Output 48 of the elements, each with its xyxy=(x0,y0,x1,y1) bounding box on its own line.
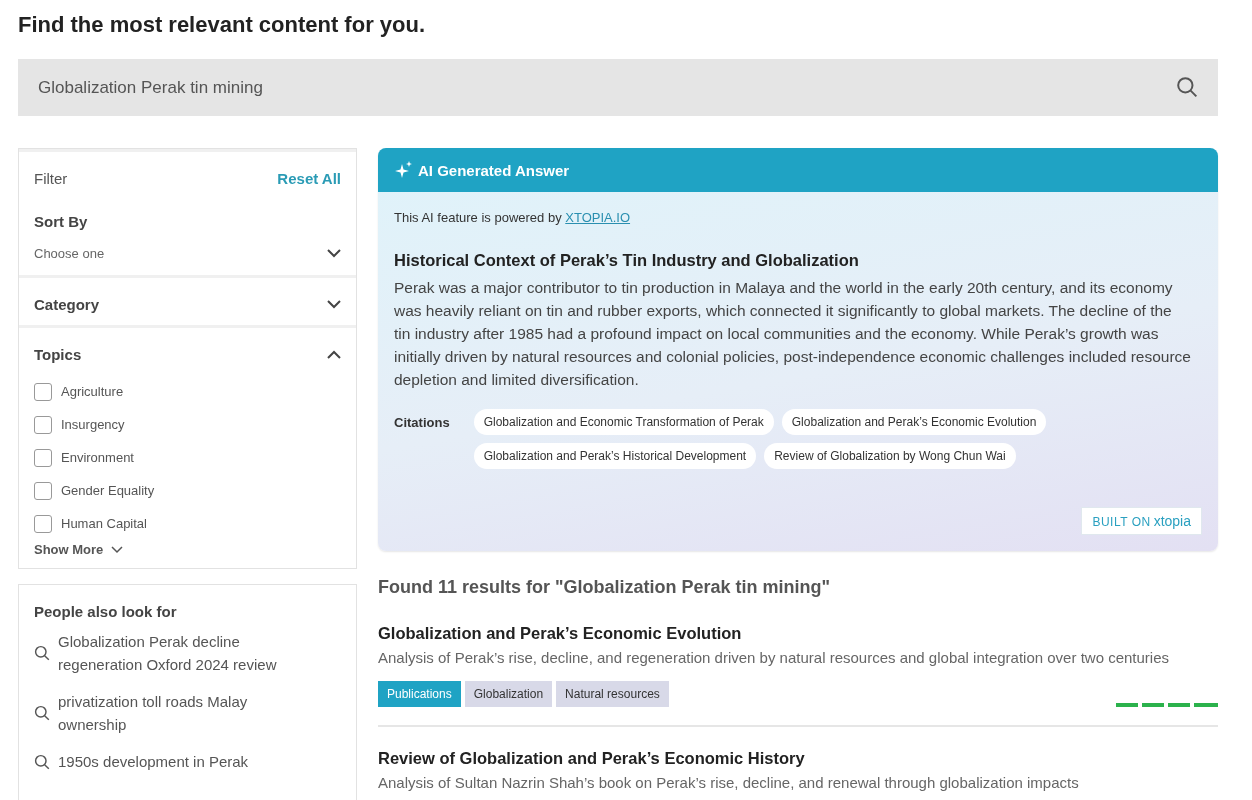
section-title[interactable]: Topics xyxy=(34,346,82,363)
suggestion-link[interactable]: Globalization Perak decline regeneration Oxford 2024 review xyxy=(58,630,298,676)
search-icon[interactable] xyxy=(34,705,50,721)
checkbox[interactable] xyxy=(34,448,52,467)
checkbox-label: Human Capital xyxy=(61,516,147,531)
powered-by-text: This AI feature is powered by XTOPIA.IO xyxy=(394,210,632,225)
checkbox[interactable] xyxy=(34,415,52,434)
page-heading: Find the most relevant content for you. xyxy=(18,12,427,38)
chevron-up-icon[interactable] xyxy=(327,350,341,359)
citation-chip[interactable]: Review of Globalization by Wong Chun Wai xyxy=(764,443,1016,469)
chevron-down-icon[interactable] xyxy=(327,300,341,309)
answer-title: AI Generated Answer xyxy=(418,161,570,179)
section-title: People also look for xyxy=(34,603,178,620)
checkbox-label: Insurgency xyxy=(61,417,125,432)
answer-text: Perak was a major contributor to tin production in Malaya and the world in the early 20th century, and its economy was heavily reliant on tin and rubber exports, which connected it significantly to global markets. The decline of the tin industry after 1985 had a profound impact on local communities and the economy. While Perak’s growth was initially driven by natural resources and colonial policies, post-independence economic challenges included resource depletion and limited diversification. xyxy=(394,278,1192,390)
citation-chip[interactable]: Globalization and Economic Transformation of Perak xyxy=(473,409,774,435)
search-field[interactable]: Globalization Perak tin mining xyxy=(18,59,1218,116)
suggestion-link[interactable]: privatization toll roads Malay ownership xyxy=(58,690,298,736)
section-title[interactable]: Category xyxy=(34,296,100,313)
show-more-button[interactable]: Show More xyxy=(34,542,124,557)
tag[interactable]: Globalization xyxy=(464,681,553,707)
result-title[interactable]: Globalization and Perak’s Economic Evolution xyxy=(378,624,1218,643)
checkbox[interactable] xyxy=(34,481,52,500)
tag[interactable]: Natural resources xyxy=(556,681,669,707)
search-icon[interactable] xyxy=(34,645,50,661)
result-description: Analysis of Perak’s rise, decline, and regeneration driven by natural resources and global integration over two centuries xyxy=(378,649,1170,666)
answer-heading: Historical Context of Perak’s Tin Industry and Globalization xyxy=(394,251,860,270)
sort-label: Sort By xyxy=(34,213,89,230)
checkbox-label: Agriculture xyxy=(61,384,124,399)
suggestion-link[interactable]: 1950s development in Perak xyxy=(58,750,249,773)
citation-chip[interactable]: Globalization and Perak’s Historical Development xyxy=(473,443,757,469)
citation-chip[interactable]: Globalization and Perak’s Economic Evolution xyxy=(781,409,1047,435)
results-summary: Found 11 results for "Globalization Perak tin mining" xyxy=(378,577,832,598)
search-icon[interactable] xyxy=(1176,76,1198,98)
search-icon[interactable] xyxy=(34,753,50,770)
checkbox[interactable] xyxy=(34,382,52,401)
built-on-badge: BUILT ON xtopia xyxy=(1081,507,1202,535)
filter-title: Filter xyxy=(34,170,68,187)
citations-label: Citations xyxy=(394,414,450,432)
result-description: Analysis of Sultan Nazrin Shah’s book on Perak’s rise, decline, and renewal through globalization impacts xyxy=(378,774,1080,791)
result-title[interactable]: Review of Globalization and Perak’s Economic History xyxy=(378,749,1218,768)
checkbox-label: Gender Equality xyxy=(61,483,155,498)
sort-dropdown[interactable]: Choose one xyxy=(34,246,105,261)
relevance-icon xyxy=(1116,703,1218,707)
checkbox[interactable] xyxy=(34,514,52,533)
chevron-down-icon xyxy=(111,545,124,554)
chevron-down-icon[interactable] xyxy=(327,249,341,258)
checkbox-label: Environment xyxy=(61,450,134,465)
